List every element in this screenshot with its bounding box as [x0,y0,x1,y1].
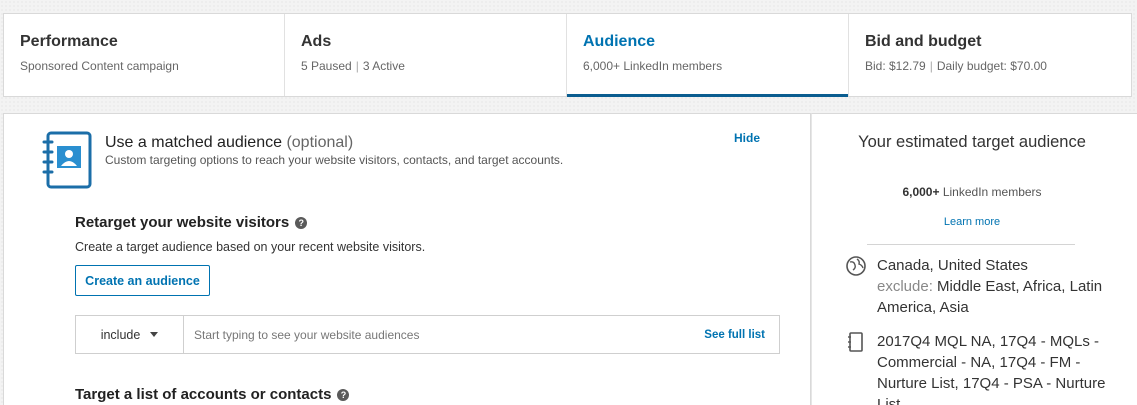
list-book-icon [848,332,863,352]
bid-value: Bid: $12.79 [865,59,926,73]
retarget-heading: Retarget your website visitors? [75,214,308,231]
tab-subtitle-text: Sponsored Content campaign [20,59,179,73]
caret-down-icon [150,332,159,337]
see-full-list-link[interactable]: See full list [704,316,779,353]
location-value: Canada, United States [877,257,1028,274]
separator: | [355,59,359,73]
tab-audience[interactable]: Audience 6,000+ LinkedIn members [567,14,849,97]
tab-title: Bid and budget [865,33,982,50]
include-dropdown[interactable]: include [76,316,184,353]
optional-label: (optional) [286,134,354,151]
help-icon[interactable]: ? [295,216,308,229]
include-label: include [100,327,141,342]
separator: | [929,59,933,73]
paused-count: 5 Paused [301,59,352,73]
matched-audience-heading: Use a matched audience [105,134,282,151]
tab-subtitle: 5 Paused | 3 Active [301,58,566,74]
create-audience-button[interactable]: Create an audience [75,265,210,296]
audience-size: 6,000+ LinkedIn members [583,59,723,73]
tab-subtitle: 6,000+ LinkedIn members [583,58,848,74]
audience-search-row: include See full list [75,315,780,354]
exclude-label: exclude: [877,278,933,295]
learn-more-link[interactable]: Learn more [852,216,1092,228]
contact-book-icon [42,131,92,189]
retarget-subtitle: Create a target audience based on your r… [75,240,426,254]
matched-audience-subtitle: Custom targeting options to reach your w… [105,153,564,167]
audience-count-value: 6,000+ [902,185,940,199]
daily-budget: Daily budget: $70.00 [936,59,1047,73]
audience-count: 6,000+ LinkedIn members [852,185,1092,199]
tab-performance[interactable]: Performance Sponsored Content campaign [4,14,285,96]
tab-ads[interactable]: Ads 5 Paused | 3 Active [285,14,567,96]
location-criteria: Canada, United States exclude: Middle Ea… [845,255,1109,318]
tab-title: Ads [301,33,332,50]
tab-subtitle: Sponsored Content campaign [20,58,284,74]
matched-lists-text: 2017Q4 MQL NA, 17Q4 - MQLs - Commercial … [877,333,1106,405]
audience-panel: Use a matched audience (optional) Custom… [3,113,811,405]
tab-title: Audience [583,33,656,50]
hide-link[interactable]: Hide [734,131,760,145]
estimated-audience-title: Your estimated target audience [858,133,1086,151]
divider [867,244,1075,245]
tab-bid-and-budget[interactable]: Bid and budget Bid: $12.79 | Daily budget:… [849,14,1131,96]
target-list-heading: Target a list of accounts or contacts? [75,386,350,403]
active-count: 3 Active [362,59,405,73]
tab-title: Performance [20,33,118,50]
location-text: Canada, United States exclude: Middle Ea… [877,255,1109,318]
matched-lists-criteria: 2017Q4 MQL NA, 17Q4 - MQLs - Commercial … [845,331,1109,405]
help-icon[interactable]: ? [337,388,350,401]
globe-icon [846,256,866,276]
website-audience-search-input[interactable] [184,316,705,353]
target-list-title: Target a list of accounts or contacts [75,386,332,403]
tab-subtitle: Bid: $12.79 | Daily budget: $70.00 [865,58,1131,74]
campaign-tabs: Performance Sponsored Content campaign A… [3,13,1132,97]
audience-count-suffix: LinkedIn members [942,185,1042,199]
matched-audience-title: Use a matched audience (optional) [105,132,353,154]
estimated-audience-panel: Your estimated target audience 6,000+ Li… [811,113,1137,405]
retarget-title: Retarget your website visitors [75,214,290,231]
